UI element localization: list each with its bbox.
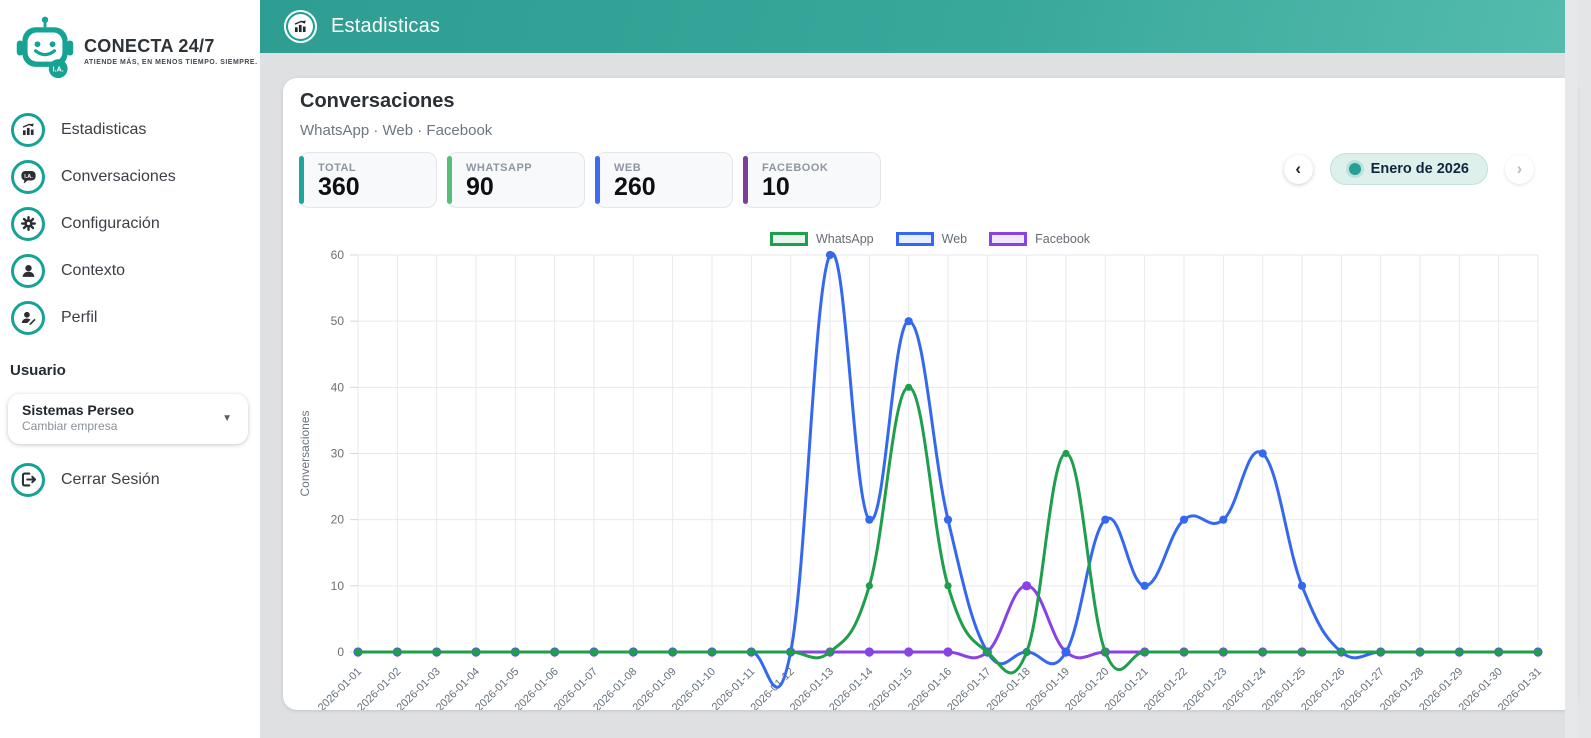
stat-card-web: WEB 260 <box>595 152 733 208</box>
stat-accent-bar <box>447 156 452 204</box>
company-name: Sistemas Perseo <box>22 402 135 418</box>
scrollbar-track[interactable] <box>1565 0 1578 738</box>
calendar-dot-icon <box>1348 163 1361 175</box>
user-section-heading: Usuario <box>10 362 66 379</box>
ia-chat-icon: I.A. <box>11 159 45 194</box>
page-header: Estadisticas <box>260 0 1578 53</box>
next-month-button[interactable]: › <box>1505 154 1534 184</box>
stat-accent-bar <box>595 156 600 204</box>
stat-value: 90 <box>466 173 494 201</box>
month-selector[interactable]: Enero de 2026 <box>1329 153 1488 185</box>
robot-logo-icon: I.A. <box>14 16 76 85</box>
stats-row: TOTAL 360 WHATSAPP 90 WEB 260 FACEBOOK 1… <box>299 152 881 208</box>
panel-title: Conversaciones <box>300 90 455 112</box>
stat-card-total: TOTAL 360 <box>299 152 437 208</box>
previous-month-button[interactable]: ‹ <box>1283 154 1313 184</box>
sidebar-item-label: Contexto <box>61 261 126 279</box>
svg-text:30: 30 <box>331 447 345 461</box>
brand-title: CONECTA 24/7 <box>84 35 215 56</box>
stat-accent-bar <box>299 156 304 204</box>
logo-ia-badge: I.A. <box>53 67 64 74</box>
sidebar-item-label: Estadisticas <box>61 120 147 138</box>
stats-icon <box>11 112 45 147</box>
main-area: Estadisticas Conversaciones WhatsApp · W… <box>260 0 1578 738</box>
chevron-down-icon: ▼ <box>222 413 232 424</box>
stats-icon <box>284 10 317 43</box>
sidebar-item-contexto[interactable]: Contexto <box>0 247 260 294</box>
sidebar-item-configuracion[interactable]: Configuración <box>0 200 260 247</box>
logout-button[interactable]: Cerrar Sesión <box>0 456 260 503</box>
brand-tagline: ATIENDE MÁS, EN MENOS TIEMPO. SIEMPRE. <box>84 58 258 66</box>
profile-edit-icon <box>11 300 45 335</box>
svg-text:10: 10 <box>331 579 345 593</box>
company-selector[interactable]: Sistemas Perseo Cambiar empresa ▼ <box>8 394 248 444</box>
conversations-chart[interactable]: 2026-01-01 2026-01-02 2026-01-03 2026-01-04… <box>283 243 1577 714</box>
chevron-right-icon: › <box>1516 159 1523 178</box>
sidebar-item-estadisticas[interactable]: Estadisticas <box>0 106 260 153</box>
person-icon <box>11 253 45 288</box>
sidebar-item-conversaciones[interactable]: I.A. Conversaciones <box>0 153 260 200</box>
sidebar: I.A. CONECTA 24/7 ATIENDE MÁS, EN MENOS … <box>0 0 260 738</box>
svg-text:Conversaciones: Conversaciones <box>298 410 312 496</box>
conversations-panel: Conversaciones WhatsApp · Web · Facebook… <box>283 78 1577 714</box>
panel-subtitle: WhatsApp · Web · Facebook <box>300 122 493 139</box>
month-label: Enero de 2026 <box>1370 161 1469 177</box>
stat-value: 10 <box>762 173 790 201</box>
date-navigation: ‹ Enero de 2026 › <box>1283 153 1534 185</box>
svg-text:60: 60 <box>331 248 345 262</box>
stat-card-facebook: FACEBOOK 10 <box>743 152 881 208</box>
stat-value: 260 <box>614 173 656 201</box>
app-logo: I.A. CONECTA 24/7 ATIENDE MÁS, EN MENOS … <box>0 0 260 85</box>
chevron-left-icon: ‹ <box>1295 159 1301 178</box>
svg-text:50: 50 <box>331 314 345 328</box>
sidebar-item-perfil[interactable]: Perfil <box>0 294 260 341</box>
gear-icon <box>11 206 45 241</box>
stat-value: 360 <box>318 173 360 201</box>
sidebar-item-label: Conversaciones <box>61 167 176 185</box>
company-switch-hint: Cambiar empresa <box>22 419 118 433</box>
page-title: Estadisticas <box>331 15 441 37</box>
svg-text:0: 0 <box>337 645 344 659</box>
stat-accent-bar <box>743 156 748 204</box>
logout-label: Cerrar Sesión <box>61 470 160 488</box>
sidebar-menu: Estadisticas I.A. Conversaciones Configu… <box>0 106 260 341</box>
svg-text:40: 40 <box>331 380 345 394</box>
logout-icon <box>11 462 45 497</box>
stat-card-whatsapp: WHATSAPP 90 <box>447 152 585 208</box>
svg-text:20: 20 <box>331 513 345 527</box>
svg-text:2026-01-31: 2026-01-31 <box>1496 666 1544 710</box>
sidebar-item-label: Configuración <box>61 214 160 232</box>
svg-text:I.A.: I.A. <box>24 174 33 180</box>
sidebar-item-label: Perfil <box>61 308 98 326</box>
